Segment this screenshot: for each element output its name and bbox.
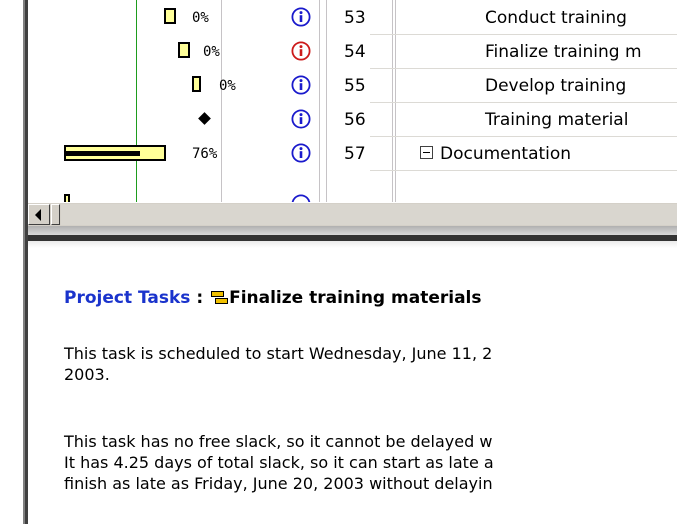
task-bar[interactable] — [64, 194, 70, 202]
percent-complete: 76% — [192, 146, 218, 162]
task-name[interactable]: Documentation — [440, 144, 571, 164]
task-name[interactable]: Training material — [485, 110, 628, 130]
table-row[interactable]: 56 Training material — [28, 102, 677, 136]
table-row[interactable]: 0% 53 Conduct training — [28, 0, 677, 34]
task-id: 55 — [344, 76, 366, 96]
row-divider — [370, 170, 677, 171]
task-name[interactable]: Conduct training — [485, 8, 627, 28]
percent-complete: 0% — [192, 10, 209, 26]
help-heading: Project Tasks : Finalize training materi… — [64, 288, 482, 308]
paragraph-line: This task has no free slack, so it canno… — [64, 432, 493, 451]
task-id: 54 — [344, 42, 366, 62]
collapse-icon[interactable] — [420, 146, 433, 159]
schedule-paragraph: This task is scheduled to start Wednesda… — [64, 343, 492, 385]
info-icon[interactable] — [291, 109, 311, 129]
paragraph-line: This task is scheduled to start Wednesda… — [64, 344, 493, 363]
task-name[interactable]: Finalize training m — [485, 42, 642, 62]
help-pane: Project Tasks : Finalize training materi… — [28, 248, 677, 524]
splitter-bar — [28, 235, 677, 241]
task-id: 57 — [344, 144, 366, 164]
scroll-left-arrow-icon[interactable] — [28, 204, 50, 225]
window-left-border — [0, 0, 28, 524]
task-id: 56 — [344, 110, 366, 130]
paragraph-line: finish as late as Friday, June 20, 2003 … — [64, 474, 493, 493]
info-icon[interactable] — [291, 41, 311, 61]
task-bar[interactable] — [164, 8, 176, 24]
percent-complete: 0% — [203, 44, 220, 60]
paragraph-line: It has 4.25 days of total slack, so it c… — [64, 453, 494, 472]
project-help-window: 0% 53 Conduct training 0% 54 Finalize tr… — [0, 0, 677, 524]
task-name[interactable]: Develop training — [485, 76, 626, 96]
info-icon[interactable] — [291, 7, 311, 27]
heading-separator: : — [196, 288, 204, 308]
table-row[interactable]: 0% 54 Finalize training m — [28, 34, 677, 68]
table-row[interactable]: 76% 57 Documentation — [28, 136, 677, 170]
info-icon[interactable] — [291, 143, 311, 163]
horizontal-scrollbar[interactable] — [28, 202, 677, 226]
task-id: 53 — [344, 8, 366, 28]
info-icon[interactable] — [291, 75, 311, 95]
milestone-diamond[interactable] — [198, 112, 211, 125]
task-bar[interactable] — [192, 76, 201, 92]
scrollbar-track[interactable] — [61, 204, 677, 225]
percent-complete: 0% — [219, 78, 236, 94]
progress-fill — [66, 150, 140, 156]
task-icon — [211, 290, 229, 304]
task-bar[interactable] — [178, 42, 190, 58]
gantt-grid-pane[interactable]: 0% 53 Conduct training 0% 54 Finalize tr… — [28, 0, 677, 202]
scrollbar-thumb[interactable] — [51, 204, 60, 225]
pane-splitter[interactable] — [28, 226, 677, 248]
info-icon[interactable] — [291, 194, 311, 202]
paragraph-line: 2003. — [64, 365, 110, 384]
project-tasks-link[interactable]: Project Tasks — [64, 288, 190, 308]
slack-paragraph: This task has no free slack, so it canno… — [64, 431, 494, 494]
task-title: Finalize training materials — [229, 288, 482, 308]
table-row[interactable]: 0% 55 Develop training — [28, 68, 677, 102]
